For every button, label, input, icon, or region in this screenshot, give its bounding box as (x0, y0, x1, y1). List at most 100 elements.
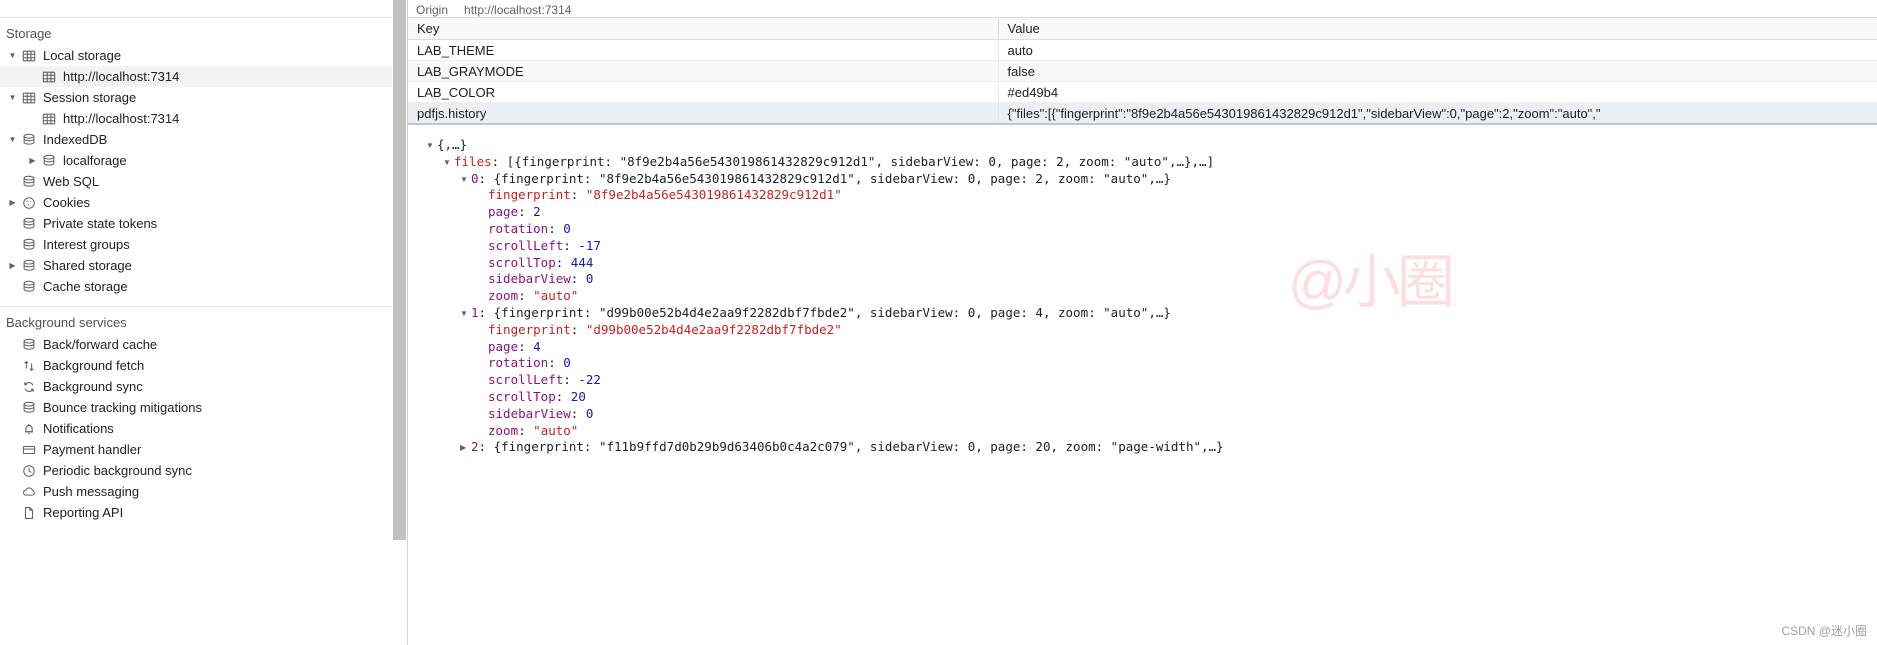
sidebar-item-shared-storage[interactable]: ▶ Shared storage (0, 255, 392, 276)
sidebar-item-cache-storage[interactable]: Cache storage (0, 276, 392, 297)
sidebar-item-bounce-tracking-mitigations[interactable]: Bounce tracking mitigations (0, 397, 392, 418)
sidebar-item-http-localhost-7314[interactable]: http://localhost:7314 (0, 108, 392, 129)
table-cell-key[interactable]: pdfjs.history (408, 102, 999, 124)
json-token: files (454, 153, 492, 169)
json-preview-line[interactable]: zoom: "auto" (426, 423, 1877, 440)
json-token: 444 (570, 254, 594, 270)
chevron-down-icon[interactable]: ▼ (460, 306, 471, 323)
sidebar-item-payment-handler[interactable]: Payment handler (0, 439, 392, 460)
origin-value: http://localhost:7314 (464, 3, 572, 17)
storage-sidebar[interactable]: Storage ▼ Local storage http://localhost:73… (0, 0, 392, 645)
sidebar-item-label: http://localhost:7314 (63, 111, 180, 126)
json-preview-line[interactable]: ▼ 0: {fingerprint: "8f9e2b4a56e5430198614… (426, 171, 1877, 188)
chevron-down-icon[interactable]: ▼ (443, 155, 454, 172)
sidebar-scrollbar[interactable] (392, 0, 407, 645)
chevron-down-icon[interactable]: ▼ (426, 138, 437, 155)
chevron-down-icon[interactable]: ▼ (460, 172, 471, 189)
json-token: : (518, 338, 534, 354)
json-preview-line[interactable]: fingerprint: "8f9e2b4a56e543019861432829… (426, 187, 1877, 204)
json-preview-line[interactable]: scrollTop: 444 (426, 255, 1877, 272)
sidebar-item-background-fetch[interactable]: Background fetch (0, 355, 392, 376)
sidebar-item-session-storage[interactable]: ▼ Session storage (0, 87, 392, 108)
sidebar-item-back-forward-cache[interactable]: Back/forward cache (0, 334, 392, 355)
json-token: : (555, 254, 571, 270)
table-row[interactable]: LAB_COLOR #ed49b4 (408, 81, 1877, 103)
json-preview-line[interactable]: rotation: 0 (426, 221, 1877, 238)
column-header-value[interactable]: Value (998, 17, 1877, 40)
sidebar-item-label: Web SQL (43, 174, 100, 189)
table-row[interactable]: LAB_GRAYMODE false (408, 60, 1877, 82)
chevron-down-icon[interactable]: ▼ (6, 87, 19, 108)
sidebar-item-label: Private state tokens (43, 216, 158, 231)
sidebar-scrollbar-thumb[interactable] (393, 0, 406, 540)
database-icon (19, 234, 39, 255)
json-preview-line[interactable]: ▼ 1: {fingerprint: "d99b00e52b4d4e2aa9f22… (426, 305, 1877, 322)
database-icon (19, 129, 39, 150)
json-preview-line[interactable]: sidebarView: 0 (426, 406, 1877, 423)
json-preview-line[interactable]: page: 4 (426, 339, 1877, 356)
json-value-preview[interactable]: ▼ {,…} ▼ files: [{fingerprint: "8f9e2b4a56e… (408, 125, 1877, 456)
sidebar-item-push-messaging[interactable]: Push messaging (0, 481, 392, 502)
chevron-down-icon[interactable]: ▼ (6, 45, 19, 66)
sidebar-item-label: Cookies (43, 195, 90, 210)
column-header-key[interactable]: Key (408, 17, 999, 40)
table-cell-key[interactable]: LAB_COLOR (408, 81, 999, 103)
json-preview-line[interactable]: rotation: 0 (426, 355, 1877, 372)
storage-key-value-table[interactable]: Key Value LAB_THEME auto LAB_GRAYMODE false… (408, 17, 1877, 124)
json-token: 0 (585, 271, 594, 287)
sidebar-item-web-sql[interactable]: Web SQL (0, 171, 392, 192)
json-preview-line[interactable]: sidebarView: 0 (426, 271, 1877, 288)
credit-watermark: CSDN @迷小圈 (1781, 624, 1867, 638)
chevron-right-icon[interactable]: ▶ (460, 440, 471, 457)
sidebar-item-label: Payment handler (43, 442, 142, 457)
json-preview-line[interactable]: page: 2 (426, 204, 1877, 221)
json-preview-line[interactable]: zoom: "auto" (426, 288, 1877, 305)
json-token: 0 (585, 405, 594, 421)
table-cell-value[interactable]: auto (998, 39, 1877, 61)
sidebar-item-localforage[interactable]: ▶ localforage (0, 150, 392, 171)
json-token: scrollTop (488, 388, 556, 404)
table-cell-value[interactable]: false (998, 60, 1877, 82)
json-token: 0 (563, 220, 571, 236)
table-row[interactable]: pdfjs.history {"files":[{"fingerprint":"8… (408, 102, 1877, 124)
json-token: {,…} (437, 137, 468, 152)
sidebar-scroll-area: Storage ▼ Local storage http://localhost:73… (0, 0, 392, 523)
sidebar-item-indexeddb[interactable]: ▼ IndexedDB (0, 129, 392, 150)
json-preview-line[interactable]: ▼ files: [{fingerprint: "8f9e2b4a56e54301… (426, 154, 1877, 171)
json-preview-line[interactable]: ▼ {,…} (426, 137, 1877, 154)
chevron-right-icon[interactable]: ▶ (6, 192, 19, 213)
json-preview-line[interactable]: fingerprint: "d99b00e52b4d4e2aa9f2282dbf… (426, 322, 1877, 339)
json-preview-line[interactable]: scrollTop: 20 (426, 389, 1877, 406)
table-cell-key[interactable]: LAB_THEME (408, 39, 999, 61)
sidebar-item-periodic-background-sync[interactable]: Periodic background sync (0, 460, 392, 481)
sidebar-item-private-state-tokens[interactable]: Private state tokens (0, 213, 392, 234)
sidebar-item-reporting-api[interactable]: Reporting API (0, 502, 392, 523)
json-preview-line[interactable]: scrollLeft: -17 (426, 238, 1877, 255)
table-cell-key[interactable]: LAB_GRAYMODE (408, 60, 999, 82)
json-token: -22 (578, 372, 601, 388)
chevron-down-icon[interactable]: ▼ (6, 129, 19, 150)
chevron-right-icon[interactable]: ▶ (6, 255, 19, 276)
sidebar-item-http-localhost-7314[interactable]: http://localhost:7314 (0, 66, 392, 87)
table-row[interactable]: LAB_THEME auto (408, 39, 1877, 61)
sidebar-item-label: Background fetch (43, 358, 145, 373)
sidebar-item-cookies[interactable]: ▶ Cookies (0, 192, 392, 213)
json-preview-line[interactable]: scrollLeft: -22 (426, 372, 1877, 389)
table-cell-value[interactable]: #ed49b4 (998, 81, 1877, 103)
json-token: sidebarView (488, 271, 571, 287)
sidebar-item-interest-groups[interactable]: Interest groups (0, 234, 392, 255)
json-token: fingerprint (488, 187, 571, 203)
sidebar-item-background-sync[interactable]: Background sync (0, 376, 392, 397)
sidebar-item-local-storage[interactable]: ▼ Local storage (0, 45, 392, 66)
sidebar-item-notifications[interactable]: Notifications (0, 418, 392, 439)
table-cell-value[interactable]: {"files":[{"fingerprint":"8f9e2b4a56e543… (998, 102, 1877, 124)
json-token: 2 (471, 439, 479, 455)
json-token: 1 (471, 304, 479, 320)
chevron-right-icon[interactable]: ▶ (26, 150, 39, 171)
sync-icon (19, 376, 39, 397)
json-preview-line[interactable]: ▶ 2: {fingerprint: "f11b9ffd7d0b29b9d6340… (426, 439, 1877, 456)
